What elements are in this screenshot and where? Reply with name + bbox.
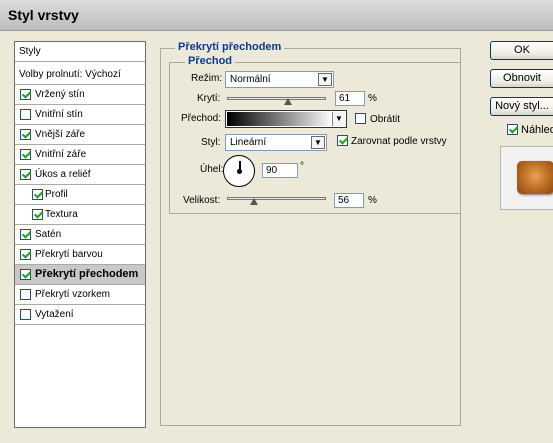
drop-shadow-checkbox[interactable] — [20, 89, 31, 100]
mode-label: Režim: — [191, 73, 223, 84]
pattern-overlay-checkbox[interactable] — [20, 289, 31, 300]
satin-checkbox[interactable] — [20, 229, 31, 240]
style-item-stroke[interactable]: Vytažení — [15, 305, 145, 325]
style-preview — [500, 146, 553, 210]
angle-dial[interactable] — [223, 155, 255, 187]
angle-input[interactable]: 90 — [262, 163, 298, 178]
style-item-label: Úkos a reliéf — [35, 169, 91, 180]
preview-checkbox[interactable] — [507, 124, 518, 135]
chevron-down-icon[interactable]: ▼ — [332, 112, 345, 126]
angle-unit: ° — [300, 161, 304, 172]
style-item-outer-glow[interactable]: Vnější záře — [15, 125, 145, 145]
outer-glow-checkbox[interactable] — [20, 129, 31, 140]
styles-list: Styly Volby prolnutí: Výchozí Vržený stí… — [14, 41, 146, 428]
opacity-unit: % — [368, 93, 377, 104]
reset-button[interactable]: Obnovit — [490, 69, 553, 88]
scale-label: Velikost: — [183, 195, 221, 206]
window-title: Styl vrstvy — [8, 7, 79, 23]
style-item-label: Textura — [45, 209, 78, 220]
angle-dial-center — [237, 169, 242, 174]
gradient-overlay-checkbox[interactable] — [20, 269, 31, 280]
title-bar: Styl vrstvy — [0, 0, 553, 31]
styles-header[interactable]: Styly — [15, 42, 145, 62]
gradient-picker[interactable]: ▼ — [225, 110, 347, 128]
inner-glow-checkbox[interactable] — [20, 149, 31, 160]
gradient-label: Přechod: — [181, 113, 222, 124]
chevron-down-icon[interactable]: ▼ — [318, 73, 332, 86]
angle-label: Úhel: — [200, 164, 224, 175]
opacity-label: Krytí: — [197, 93, 221, 104]
section-title: Překrytí přechodem — [175, 41, 285, 53]
scale-unit: % — [368, 195, 377, 206]
style-item-label: Vnitřní stín — [35, 109, 83, 120]
style-item-pattern-overlay[interactable]: Překrytí vzorkem — [15, 285, 145, 305]
contour-checkbox[interactable] — [32, 189, 43, 200]
style-item-label: Vnější záře — [35, 129, 86, 140]
scale-slider[interactable] — [227, 197, 326, 200]
style-item-inner-glow[interactable]: Vnitřní záře — [15, 145, 145, 165]
blend-mode-select[interactable]: Normální ▼ — [225, 71, 334, 88]
color-overlay-checkbox[interactable] — [20, 249, 31, 260]
style-item-label: Vržený stín — [35, 89, 85, 100]
style-item-label: Překrytí vzorkem — [35, 289, 111, 300]
style-item-label: Satén — [35, 229, 62, 240]
style-item-contour[interactable]: Profil — [15, 185, 145, 205]
align-with-layer-checkbox[interactable] — [337, 135, 348, 146]
style-item-label: Profil — [45, 189, 68, 200]
bevel-emboss-checkbox[interactable] — [20, 169, 31, 180]
reverse-checkbox[interactable] — [355, 113, 366, 124]
opacity-slider-thumb[interactable] — [284, 98, 292, 105]
ok-button[interactable]: OK — [490, 41, 553, 60]
gradient-style-select[interactable]: Lineární ▼ — [225, 134, 327, 151]
texture-checkbox[interactable] — [32, 209, 43, 220]
style-item-gradient-overlay[interactable]: Překrytí přechodem — [15, 265, 145, 285]
opacity-slider[interactable] — [227, 97, 326, 100]
stroke-checkbox[interactable] — [20, 309, 31, 320]
blend-mode-value: Normální — [230, 74, 271, 85]
scale-input[interactable]: 56 — [334, 193, 364, 208]
blending-options-item[interactable]: Volby prolnutí: Výchozí — [15, 65, 145, 85]
style-item-inner-shadow[interactable]: Vnitřní stín — [15, 105, 145, 125]
style-item-label: Překrytí barvou — [35, 249, 103, 260]
gradient-preview[interactable] — [227, 112, 333, 126]
style-label: Styl: — [201, 137, 221, 148]
style-item-texture[interactable]: Textura — [15, 205, 145, 225]
subsection-title: Přechod — [185, 55, 236, 67]
style-item-color-overlay[interactable]: Překrytí barvou — [15, 245, 145, 265]
style-item-satin[interactable]: Satén — [15, 225, 145, 245]
preview-label: Náhled — [521, 124, 553, 136]
style-item-label: Překrytí přechodem — [35, 268, 139, 280]
style-item-label: Vytažení — [35, 309, 74, 320]
scale-slider-thumb[interactable] — [250, 198, 258, 205]
style-item-drop-shadow[interactable]: Vržený stín — [15, 85, 145, 105]
chevron-down-icon[interactable]: ▼ — [311, 136, 325, 149]
reverse-label: Obrátit — [370, 114, 401, 125]
new-style-button[interactable]: Nový styl... — [490, 97, 553, 116]
style-item-label: Vnitřní záře — [35, 149, 87, 160]
inner-shadow-checkbox[interactable] — [20, 109, 31, 120]
opacity-input[interactable]: 61 — [335, 91, 365, 106]
style-preview-swatch — [517, 161, 553, 194]
style-item-bevel-emboss[interactable]: Úkos a reliéf — [15, 165, 145, 185]
gradient-style-value: Lineární — [230, 137, 267, 148]
align-with-layer-label: Zarovnat podle vrstvy — [351, 136, 447, 147]
